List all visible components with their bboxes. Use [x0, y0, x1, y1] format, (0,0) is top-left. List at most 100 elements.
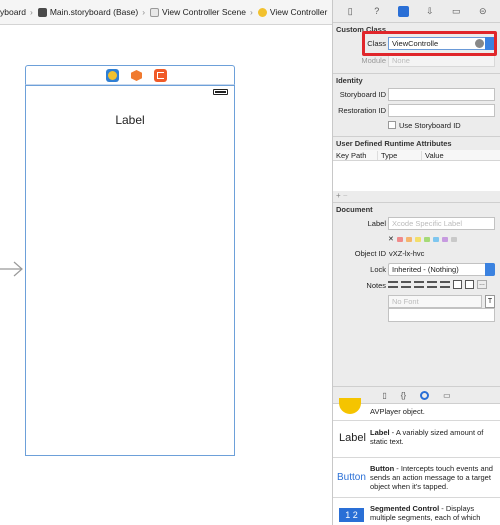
player-icon: [339, 398, 361, 414]
swatch-blue[interactable]: [432, 236, 439, 242]
swatch-red[interactable]: [396, 236, 403, 242]
storyboard-id-label: Storyboard ID: [339, 90, 386, 99]
font-picker-icon[interactable]: T: [485, 295, 495, 308]
swatch-purple[interactable]: [441, 236, 448, 242]
udr-add-remove: + −: [333, 191, 500, 202]
inspector-tabs: ▯ ? ⇩ ▭ ⊝: [333, 0, 500, 23]
jumpbar-item-storyboard[interactable]: yboard ›: [0, 7, 33, 17]
document-title: Document: [336, 205, 373, 214]
storyboard-id-row: Storyboard ID: [333, 87, 500, 103]
code-snippet-library-icon[interactable]: {}: [401, 391, 406, 400]
background-color-icon[interactable]: [465, 280, 474, 289]
more-options-icon[interactable]: …: [477, 280, 487, 289]
lock-label: Lock: [370, 265, 386, 274]
library-item-avplayer[interactable]: AVPlayer object.: [333, 398, 500, 421]
jumpbar-item-label: View Controller: [269, 7, 328, 17]
font-field[interactable]: No Font: [388, 295, 482, 308]
notes-label: Notes: [366, 281, 386, 290]
restoration-id-label: Restoration ID: [338, 106, 386, 115]
connections-inspector-icon[interactable]: ⊝: [477, 5, 489, 17]
doc-label-field[interactable]: Xcode Specific Label: [388, 217, 495, 230]
notes-toolbar: …: [388, 280, 487, 289]
view-controller-view[interactable]: Label: [25, 85, 235, 456]
use-storyboard-id-checkbox[interactable]: [388, 121, 396, 129]
doc-label-label: Label: [367, 219, 386, 228]
swatch-yellow[interactable]: [414, 236, 421, 242]
use-storyboard-id-row: Use Storyboard ID: [333, 119, 500, 133]
first-responder-icon[interactable]: [130, 69, 143, 82]
text-color-icon[interactable]: [453, 280, 462, 289]
media-library-icon[interactable]: ▭: [443, 391, 451, 400]
doc-label-placeholder: Xcode Specific Label: [392, 219, 463, 228]
library-item-title: Label: [370, 428, 390, 437]
segmented-control-library-icon: 1 2: [339, 508, 364, 522]
object-id-label: Object ID: [354, 249, 386, 258]
label-element[interactable]: Label: [26, 113, 234, 127]
view-controller-icon: [257, 7, 267, 17]
jumpbar-item-main-storyboard[interactable]: Main.storyboard (Base) ›: [33, 7, 145, 17]
add-icon[interactable]: +: [336, 191, 341, 200]
jumpbar-item-label: View Controller Scene: [162, 7, 246, 17]
jumpbar-item-scene[interactable]: View Controller Scene ›: [145, 7, 253, 17]
file-template-library-icon[interactable]: ▯: [382, 391, 386, 400]
swatch-green[interactable]: [423, 236, 430, 242]
help-inspector-icon[interactable]: ?: [371, 5, 383, 17]
clear-color-icon[interactable]: ✕: [388, 235, 394, 243]
align-center-icon[interactable]: [401, 281, 411, 288]
initial-entry-arrow-icon: [0, 261, 23, 277]
udr-table-header: Key Path Type Value: [333, 150, 500, 161]
size-inspector-icon[interactable]: ▭: [450, 5, 462, 17]
scene-icon: [150, 7, 160, 17]
color-label-row: ✕: [333, 232, 500, 246]
notes-textarea[interactable]: [388, 308, 495, 322]
file-inspector-icon[interactable]: ▯: [344, 5, 356, 17]
storyboard-canvas[interactable]: Label: [0, 25, 332, 525]
remove-icon[interactable]: −: [343, 191, 348, 200]
attributes-inspector-icon[interactable]: ⇩: [424, 5, 436, 17]
library-item-desc: Label - A variably sized amount of stati…: [370, 428, 496, 446]
storyboard-id-field[interactable]: [388, 88, 495, 101]
align-right-icon[interactable]: [414, 281, 424, 288]
lock-row: Lock Inherited - (Nothing): [333, 262, 500, 278]
lock-popup[interactable]: Inherited - (Nothing): [388, 263, 495, 276]
identity-title: Identity: [336, 76, 363, 85]
jumpbar-item-view-controller[interactable]: View Controller: [253, 7, 327, 17]
scene-dock: [25, 65, 235, 85]
jump-bar: yboard › Main.storyboard (Base) › View C…: [0, 0, 332, 25]
udr-column-value: Value: [421, 150, 444, 160]
jumpbar-item-label: yboard: [0, 7, 26, 17]
swatch-gray[interactable]: [450, 236, 457, 242]
lock-value: Inherited - (Nothing): [392, 265, 459, 274]
justify-icon[interactable]: [427, 281, 437, 288]
object-library-icon[interactable]: [420, 390, 430, 400]
udr-column-key-path: Key Path: [336, 150, 367, 160]
font-placeholder: No Font: [392, 297, 419, 306]
doc-label-row: Label Xcode Specific Label: [333, 216, 500, 232]
udr-table-body[interactable]: [333, 161, 500, 191]
restoration-id-field[interactable]: [388, 104, 495, 117]
storyboard-file-icon: [37, 7, 47, 17]
highlight-box: [362, 31, 497, 56]
udr-column-type: Type: [377, 150, 421, 160]
xcode-window: yboard › Main.storyboard (Base) › View C…: [0, 0, 500, 525]
object-id-row: Object ID vXZ-lx-hvc: [333, 246, 500, 262]
library-item-desc: Button - Intercepts touch events and sen…: [370, 464, 496, 491]
identity-inspector-icon[interactable]: [397, 5, 409, 17]
swatch-orange[interactable]: [405, 236, 412, 242]
library-item-button[interactable]: Button Button - Intercepts touch events …: [333, 458, 500, 498]
library-item-desc: AVPlayer object.: [370, 407, 425, 416]
popup-arrows-icon: [485, 263, 495, 276]
exit-icon[interactable]: [154, 69, 167, 82]
view-controller-icon[interactable]: [106, 69, 119, 82]
use-storyboard-id-label: Use Storyboard ID: [399, 121, 461, 130]
restoration-id-row: Restoration ID: [333, 103, 500, 119]
library-item-title: Segmented Control: [370, 504, 440, 513]
library-item-desc: Segmented Control - Displays multiple se…: [370, 504, 496, 522]
library-item-label[interactable]: Label Label - A variably sized amount of…: [333, 421, 500, 458]
label-library-icon: Label: [339, 432, 366, 444]
object-id-value: vXZ-lx-hvc: [389, 249, 425, 258]
library-item-title: Button: [370, 464, 395, 473]
library-item-segmented-control[interactable]: 1 2 Segmented Control - Displays multipl…: [333, 498, 500, 525]
natural-align-icon[interactable]: [440, 281, 450, 288]
align-left-icon[interactable]: [388, 281, 398, 288]
